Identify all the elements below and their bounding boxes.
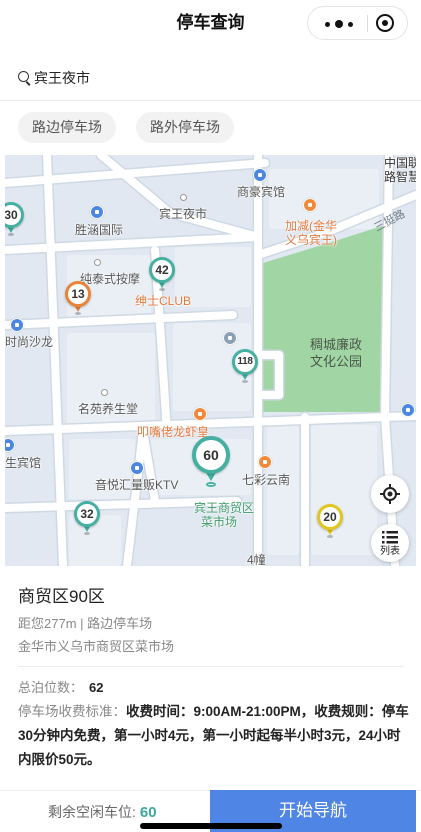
poi-label-text: 纯泰式按摩 [80,272,141,286]
marker-count: 32 [74,501,100,527]
total-spaces-value: 62 [89,680,104,695]
poi-label-jiajian[interactable]: 加减(金华 义乌宾王) [285,219,337,247]
marker-shadow [327,535,333,538]
poi-label-shanghao-hotel[interactable]: 商豪宾馆 [237,185,285,199]
nav-bar: 停车查询 [0,0,421,46]
marker-count: 42 [149,257,175,283]
poi-label-text: 商豪宾馆 [237,185,286,199]
list-icon [382,531,398,544]
target-circle-icon[interactable] [376,14,394,32]
bank-icon [401,403,415,417]
total-spaces-label: 总泊位数： [18,680,84,695]
poi-label-text: 生宾馆 [5,456,42,470]
hotel-icon [253,168,267,182]
poi-dot-icon [93,258,101,266]
map-view[interactable]: 商豪宾馆 宾王夜市 胜涵国际 加减(金华 义乌宾王) 中国联 路智慧 纯泰式按摩 绅… [5,155,416,566]
salon-icon [10,318,24,332]
fee-standard: 停车场收费标准：收费时间：9:00AM-21:00PM，收费规则：停车30分钟内… [18,700,410,772]
poi-label-text: 绅士CLUB [135,294,192,308]
poi-label-china-unicom[interactable]: 中国联 路智慧 [384,156,416,184]
poi-label-thai-massage[interactable]: 纯泰式按摩 [80,272,140,286]
fee-standard-label: 停车场收费标准： [18,704,126,719]
poi-label-qicai-yunnan[interactable]: 七彩云南 [242,473,290,487]
filter-chip-roadside[interactable]: 路边停车场 [18,112,116,143]
marker-shadow [75,312,81,315]
poi-label-mingyuan-spa[interactable]: 名苑养生堂 [78,402,138,416]
poi-label-gentleman-club[interactable]: 绅士CLUB [135,294,191,308]
dot [335,20,343,28]
poi-label-text: 宾王夜市 [159,207,208,221]
poi-dot-icon [179,193,187,201]
locate-crosshair-icon [380,484,400,504]
poi-label-text: 时尚沙龙 [5,335,54,349]
locate-button[interactable] [371,475,409,513]
poi-label-text: 胜涵国际 [75,223,124,237]
park-label-line: 稠城廉政 [310,337,363,352]
list-button[interactable]: 列表 [371,524,409,562]
poi-label-text: 义乌宾王) [285,233,337,247]
home-indicator [140,823,282,829]
mini-program-capsule [307,6,408,40]
poi-label-text: 菜市场 [201,515,238,529]
parking-lot-name: 商贸区90区 [18,587,105,606]
capsule-divider [367,15,368,32]
more-dots-icon[interactable] [325,20,355,28]
marker-anchor [206,482,216,487]
marker-shadow [84,532,90,535]
search-icon [18,71,29,82]
ktv-icon [130,461,144,475]
marker-shadow [159,288,165,291]
poi-label-text: 路智慧 [384,170,416,184]
poi-dot-icon [100,388,108,396]
marker-count: 118 [232,349,258,375]
marker-count: 20 [317,504,343,530]
poi-label-text: 音悦汇量贩KTV [95,478,179,492]
poi-label-text: 4幢 [247,553,266,566]
marker-shadow [242,380,248,383]
free-spaces-label: 剩余空闲车位: [48,804,136,820]
poi-label-text: 宾王商贸区 [194,501,255,515]
dot [348,21,353,27]
total-spaces: 总泊位数： 62 [18,679,103,697]
marker-count: 60 [192,436,230,474]
parking-lot-distance-type: 距您277m | 路边停车场 [18,616,153,631]
shop-icon [258,455,272,469]
poi-label-ktv[interactable]: 音悦汇量贩KTV [95,478,178,492]
info-divider [18,666,403,667]
park-label[interactable]: 稠城廉政 文化公园 [310,336,362,370]
poi-label-hotel-left[interactable]: 生宾馆 [5,456,41,470]
building-icon [90,205,104,219]
park-label-line: 文化公园 [310,354,363,369]
dot [325,21,330,27]
poi-label-binwang-night-market[interactable]: 宾王夜市 [159,207,207,221]
restaurant-icon [193,407,207,421]
poi-label-text: 加减(金华 [285,219,337,233]
marker-count: 13 [65,281,91,307]
poi-label-building-4[interactable]: 4幢 [247,553,266,566]
poi-label-market[interactable]: 宾王商贸区 菜市场 [194,501,254,529]
poi-label-salon[interactable]: 时尚沙龙 [5,335,53,349]
free-spaces: 剩余空闲车位: 60 [48,803,157,822]
poi-label-crayfish[interactable]: 叩嘴佬龙虾皇 [137,425,209,439]
parking-lot-address: 金华市义乌市商贸区菜市场 [18,639,175,654]
marker-shadow [8,233,14,236]
poi-label-text: 中国联 [384,156,416,170]
poi-label-shenghan[interactable]: 胜涵国际 [75,223,123,237]
filter-chip-offroad[interactable]: 路外停车场 [136,112,234,143]
search-bar[interactable]: 宾王夜市 [0,56,421,101]
free-spaces-value: 60 [139,804,157,821]
poi-label-text: 名苑养生堂 [78,402,139,416]
service-icon [223,331,237,345]
list-button-label: 列表 [380,546,400,557]
search-input[interactable]: 宾王夜市 [34,68,90,88]
poi-label-text: 七彩云南 [242,473,291,487]
restaurant-icon [303,198,317,212]
poi-label-text: 叩嘴佬龙虾皇 [137,425,210,439]
